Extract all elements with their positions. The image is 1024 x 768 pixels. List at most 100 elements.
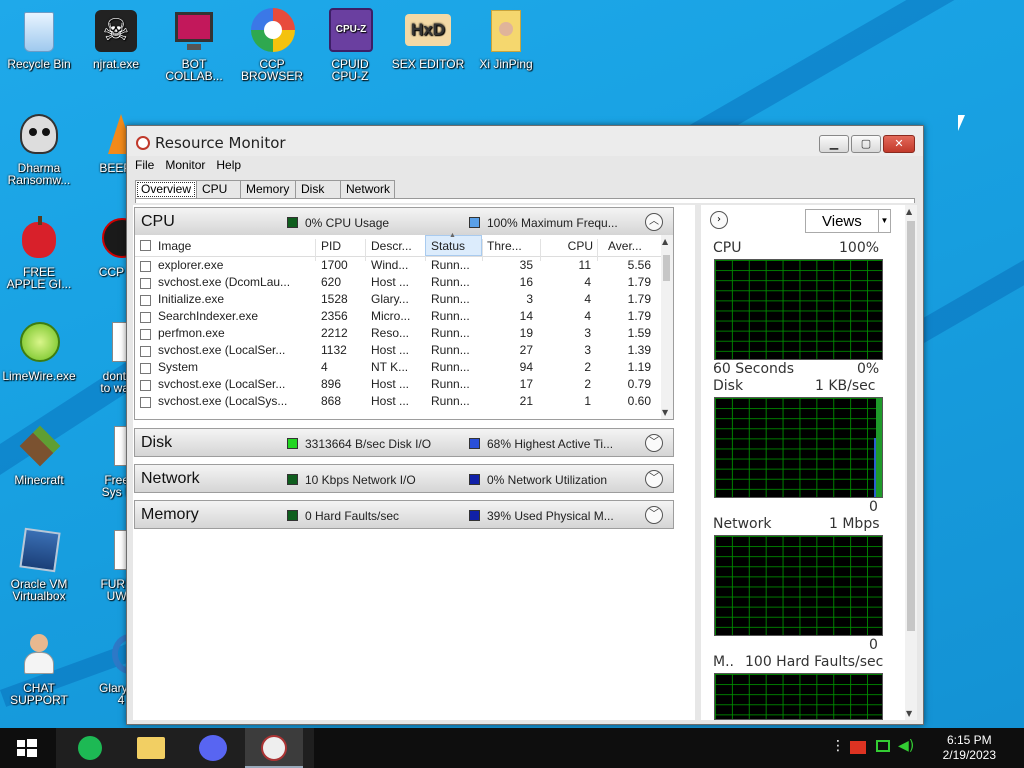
minimize-button[interactable]: ▁ bbox=[819, 135, 849, 153]
table-row[interactable]: svchost.exe (LocalSys... 868 Host ... Runn.… bbox=[135, 394, 662, 411]
icon-label: SEX EDITOR bbox=[391, 57, 465, 71]
select-all-checkbox[interactable] bbox=[140, 240, 151, 251]
desktop-icon-free-apple[interactable]: FREE APPLE GI... bbox=[0, 216, 78, 290]
menu-monitor[interactable]: Monitor bbox=[165, 158, 205, 176]
table-row[interactable]: Initialize.exe 1528 Glary... Runn... 3 4 1.79 bbox=[135, 292, 662, 309]
section-title: Network bbox=[141, 470, 200, 487]
cell-pid: 620 bbox=[321, 275, 342, 289]
cell-description: Wind... bbox=[371, 258, 409, 272]
col-cpu[interactable]: CPU bbox=[545, 239, 593, 253]
desktop-icon-dharma[interactable]: Dharma Ransomw... bbox=[0, 112, 78, 186]
table-row[interactable]: svchost.exe (DcomLau... 620 Host ... Runn..… bbox=[135, 275, 662, 292]
col-image[interactable]: Image bbox=[158, 239, 308, 253]
cell-pid: 896 bbox=[321, 377, 342, 391]
row-checkbox[interactable] bbox=[140, 278, 151, 289]
table-row[interactable]: explorer.exe 1700 Wind... Runn... 35 11 5.56 bbox=[135, 258, 662, 275]
menu-help[interactable]: Help bbox=[216, 158, 241, 176]
desktop-icon-limewire[interactable]: LimeWire.exe bbox=[0, 320, 78, 382]
taskbar-file-explorer[interactable] bbox=[121, 728, 179, 768]
col-description[interactable]: Descr... bbox=[371, 239, 426, 253]
network-io-legend bbox=[287, 474, 298, 485]
volume-icon[interactable]: ◀) bbox=[898, 738, 914, 754]
desktop-icon-recycle-bin[interactable]: Recycle Bin bbox=[0, 8, 78, 70]
network-icon[interactable] bbox=[876, 740, 890, 752]
row-checkbox[interactable] bbox=[140, 261, 151, 272]
menu-bar: File Monitor Help bbox=[135, 158, 252, 176]
chevron-down-icon[interactable]: ▼ bbox=[878, 210, 890, 232]
desktop-icon-sex-editor[interactable]: HxD SEX EDITOR bbox=[389, 8, 467, 70]
tab-disk[interactable]: Disk bbox=[295, 180, 342, 199]
desktop-icon-cpuz[interactable]: CPU-Z CPUID CPU-Z bbox=[311, 8, 389, 82]
cell-cpu: 4 bbox=[584, 292, 591, 306]
collapse-chevron-icon[interactable]: ︿ bbox=[645, 213, 663, 231]
row-checkbox[interactable] bbox=[140, 363, 151, 374]
scrollbar-thumb[interactable] bbox=[907, 221, 915, 631]
expand-chevron-icon[interactable]: ﹀ bbox=[645, 506, 663, 524]
cell-status: Runn... bbox=[431, 394, 470, 408]
desktop-icon-njrat[interactable]: ☠ njrat.exe bbox=[77, 8, 155, 70]
views-dropdown[interactable]: Views ▼ bbox=[805, 209, 891, 233]
table-row[interactable]: System 4 NT K... Runn... 94 2 1.19 bbox=[135, 360, 662, 377]
security-alert-icon[interactable] bbox=[850, 741, 866, 754]
expand-chevron-icon[interactable]: ﹀ bbox=[645, 470, 663, 488]
network-section-header[interactable]: Network 10 Kbps Network I/O 0% Network U… bbox=[134, 464, 674, 493]
desktop-icon-minecraft[interactable]: Minecraft bbox=[0, 424, 78, 486]
scrollbar-thumb[interactable] bbox=[663, 255, 670, 281]
table-row[interactable]: SearchIndexer.exe 2356 Micro... Runn... 14 4 1… bbox=[135, 309, 662, 326]
disk-section-header[interactable]: Disk 3313664 B/sec Disk I/O 68% Highest … bbox=[134, 428, 674, 457]
expand-chevron-icon[interactable]: ﹀ bbox=[645, 434, 663, 452]
start-button[interactable] bbox=[0, 728, 54, 768]
taskbar-resource-monitor[interactable] bbox=[245, 728, 303, 768]
scroll-down-icon[interactable]: ▼ bbox=[906, 709, 912, 718]
cell-threads: 35 bbox=[519, 258, 533, 272]
tray-overflow-icon[interactable]: ⋮ bbox=[831, 738, 845, 754]
close-button[interactable]: ✕ bbox=[883, 135, 915, 153]
desktop-icon-virtualbox[interactable]: Oracle VM Virtualbox bbox=[0, 527, 78, 602]
maximize-button[interactable]: ▢ bbox=[851, 135, 881, 153]
cell-threads: 21 bbox=[519, 394, 533, 408]
scroll-up-icon[interactable]: ▲ bbox=[662, 237, 668, 246]
menu-file[interactable]: File bbox=[135, 158, 154, 176]
memory-section-header[interactable]: Memory 0 Hard Faults/sec 39% Used Physic… bbox=[134, 500, 674, 529]
tab-memory[interactable]: Memory bbox=[240, 180, 297, 199]
icon-label: Dharma Ransomw... bbox=[7, 161, 71, 187]
scroll-down-icon[interactable]: ▼ bbox=[662, 408, 668, 417]
graph-pane-scrollbar[interactable]: ▲ ▼ bbox=[905, 205, 917, 720]
desktop-icon-chat-support[interactable]: CHAT SUPPORT bbox=[0, 632, 78, 706]
col-threads[interactable]: Thre... bbox=[487, 239, 537, 253]
col-status[interactable]: Status bbox=[431, 239, 479, 253]
row-checkbox[interactable] bbox=[140, 346, 151, 357]
process-table-scrollbar[interactable]: ▲ ▼ bbox=[661, 235, 673, 419]
scroll-up-icon[interactable]: ▲ bbox=[906, 207, 912, 216]
taskbar-discord[interactable] bbox=[185, 728, 243, 768]
row-checkbox[interactable] bbox=[140, 380, 151, 391]
cell-average-cpu: 0.60 bbox=[627, 394, 651, 408]
cell-cpu: 2 bbox=[584, 360, 591, 374]
tab-network[interactable]: Network bbox=[340, 180, 396, 199]
row-checkbox[interactable] bbox=[140, 397, 151, 408]
cell-image: System bbox=[158, 360, 199, 374]
cpu-section-header[interactable]: CPU 0% CPU Usage 100% Maximum Frequ... ︿ bbox=[134, 207, 674, 236]
table-row[interactable]: perfmon.exe 2212 Reso... Runn... 19 3 1.59 bbox=[135, 326, 662, 343]
table-row[interactable]: svchost.exe (LocalSer... 896 Host ... Runn.… bbox=[135, 377, 662, 394]
row-checkbox[interactable] bbox=[140, 295, 151, 306]
table-row[interactable]: svchost.exe (LocalSer... 1132 Host ... Runn… bbox=[135, 343, 662, 360]
taskbar-app-notes[interactable] bbox=[61, 728, 119, 768]
tab-overview[interactable]: Overview bbox=[135, 180, 198, 199]
row-checkbox[interactable] bbox=[140, 329, 151, 340]
tab-cpu[interactable]: CPU bbox=[196, 180, 242, 199]
desktop-icon-xi-jinping[interactable]: Xi JinPing bbox=[467, 8, 545, 70]
row-checkbox[interactable] bbox=[140, 312, 151, 323]
title-bar[interactable]: Resource Monitor ▁ ▢ ✕ bbox=[127, 126, 923, 156]
col-pid[interactable]: PID bbox=[321, 239, 366, 253]
icon-label: njrat.exe bbox=[92, 57, 140, 71]
cell-threads: 14 bbox=[519, 309, 533, 323]
desktop-icon-ccp-browser[interactable]: CCP BROWSER bbox=[233, 8, 311, 82]
clock[interactable]: 6:15 PM 2/19/2023 bbox=[943, 733, 996, 763]
cell-image: explorer.exe bbox=[158, 258, 224, 272]
col-average-cpu[interactable]: Aver... bbox=[608, 239, 660, 253]
chevron-right-icon[interactable]: › bbox=[710, 211, 728, 229]
window-title: Resource Monitor bbox=[155, 134, 286, 152]
desktop-icon-bot-collab[interactable]: BOT COLLAB... bbox=[155, 8, 233, 82]
views-label: Views bbox=[822, 213, 862, 230]
